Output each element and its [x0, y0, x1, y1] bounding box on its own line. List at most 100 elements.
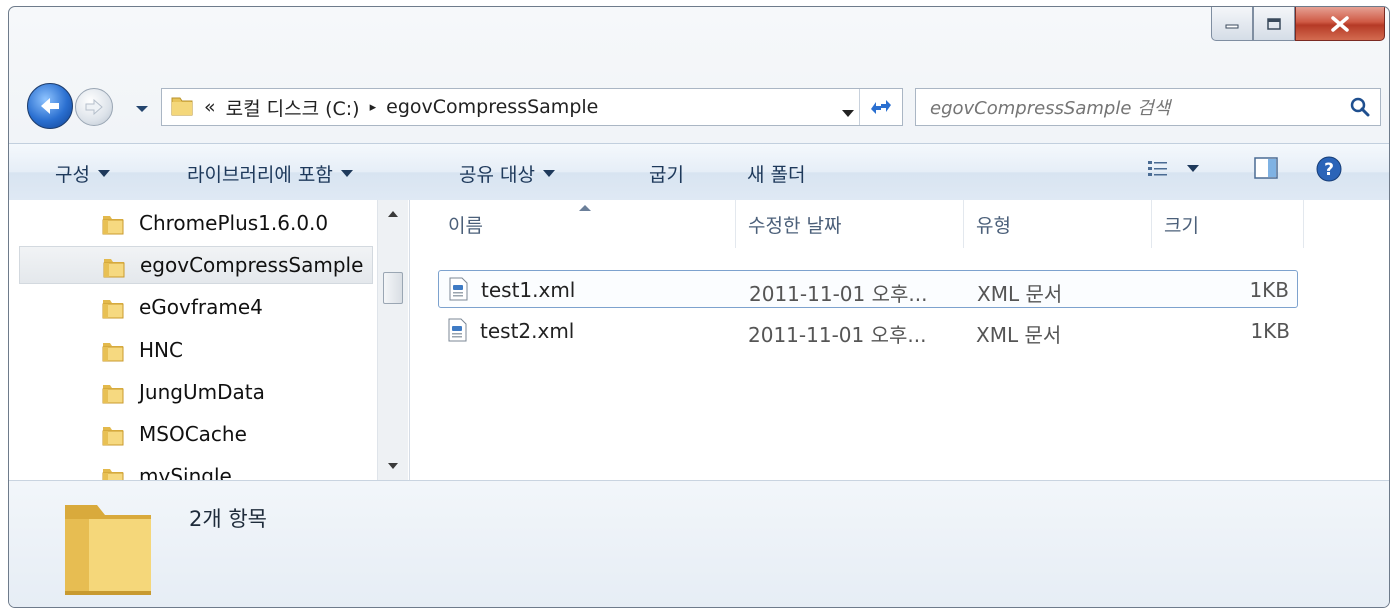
nav-item-label: ChromePlus1.6.0.0: [139, 211, 329, 235]
folder-icon: [101, 296, 125, 325]
file-name: test2.xml: [480, 319, 575, 343]
file-type: XML 문서: [976, 323, 1062, 347]
burn-button[interactable]: 굽기: [649, 160, 684, 187]
folder-icon: [101, 381, 125, 410]
column-header-label: 크기: [1164, 214, 1199, 237]
details-pane: 2개 항목: [9, 480, 1389, 607]
chevron-down-icon: [388, 463, 398, 469]
navigation-bar: « 로컬 디스크 (C:) ▸ egovCompressSample: [9, 79, 1389, 131]
help-button[interactable]: ?: [1315, 155, 1343, 183]
folder-icon: [101, 212, 125, 241]
file-modified: 2011-11-01 오후...: [749, 282, 928, 306]
column-header-label: 이름: [448, 214, 483, 237]
new-folder-button[interactable]: 새 폴더: [747, 160, 805, 187]
command-bar: 구성 라이브러리에 포함 공유 대상 굽기 새 폴더 ?: [9, 143, 1389, 201]
nav-item-mysingle[interactable]: mySingle: [19, 457, 373, 480]
include-library-button[interactable]: 라이브러리에 포함: [187, 160, 353, 187]
file-name: test1.xml: [481, 278, 576, 302]
explorer-window: « 로컬 디스크 (C:) ▸ egovCompressSample egovC…: [8, 6, 1390, 608]
preview-pane-icon: [1254, 157, 1278, 179]
back-button[interactable]: [27, 83, 73, 129]
burn-label: 굽기: [649, 164, 684, 186]
chevron-down-icon: [136, 106, 148, 112]
nav-item-msocache[interactable]: MSOCache: [19, 415, 373, 453]
preview-pane-button[interactable]: [1253, 156, 1279, 180]
folder-icon: [170, 93, 194, 122]
column-header-type[interactable]: 유형: [964, 200, 1152, 248]
minimize-button[interactable]: [1211, 7, 1253, 41]
column-header-modified[interactable]: 수정한 날짜: [736, 200, 964, 248]
scroll-up-button[interactable]: [378, 202, 408, 226]
caption-buttons: [1211, 7, 1385, 49]
chevron-down-icon: [97, 170, 110, 177]
share-with-label: 공유 대상: [459, 164, 535, 186]
back-arrow-icon: [41, 98, 59, 114]
svg-text:?: ?: [1324, 160, 1334, 180]
column-header-size[interactable]: 크기: [1152, 200, 1304, 248]
navigation-pane: ChromePlus1.6.0.0 egovCompressSample eGo…: [9, 200, 410, 480]
nav-item-chromeplus[interactable]: ChromePlus1.6.0.0: [19, 204, 373, 242]
sort-ascending-icon: [579, 205, 591, 211]
folder-icon: [101, 465, 125, 480]
view-list-icon: [1148, 161, 1167, 176]
nav-item-label: mySingle: [139, 464, 232, 480]
navpane-scrollbar[interactable]: [377, 200, 408, 480]
refresh-button[interactable]: [859, 89, 902, 125]
breadcrumb-folder[interactable]: egovCompressSample: [386, 96, 598, 118]
breadcrumb-overflow[interactable]: «: [204, 96, 216, 118]
file-type: XML 문서: [977, 282, 1063, 306]
change-view-button[interactable]: [1147, 158, 1199, 178]
nav-item-hnc[interactable]: HNC: [19, 331, 373, 369]
address-bar[interactable]: « 로컬 디스크 (C:) ▸ egovCompressSample: [161, 88, 903, 126]
include-library-label: 라이브러리에 포함: [187, 164, 333, 186]
nav-item-jungumdata[interactable]: JungUmData: [19, 373, 373, 411]
close-icon: [1331, 15, 1349, 32]
nav-item-label: JungUmData: [139, 380, 265, 404]
chevron-down-icon: [340, 170, 353, 177]
nav-item-egovcompresssample[interactable]: egovCompressSample: [19, 246, 373, 284]
share-with-button[interactable]: 공유 대상: [459, 160, 555, 187]
file-row[interactable]: test1.xml 2011-11-01 오후... XML 문서 1KB: [438, 270, 1298, 308]
xml-file-icon: [446, 318, 468, 347]
scroll-thumb[interactable]: [383, 272, 403, 304]
file-list: 이름 수정한 날짜 유형 크기 test1.xml 2011-11-01 오후.…: [410, 200, 1389, 480]
item-count: 2개 항목: [189, 507, 267, 531]
chevron-up-icon: [388, 211, 398, 217]
chevron-down-icon: [842, 110, 854, 117]
chevron-down-icon: [1187, 164, 1199, 172]
breadcrumb-drive[interactable]: 로컬 디스크 (C:): [226, 94, 360, 121]
search-input[interactable]: [928, 93, 1332, 123]
chevron-down-icon: [542, 170, 555, 177]
folder-icon: [101, 339, 125, 368]
xml-file-icon: [447, 277, 469, 306]
forward-button[interactable]: [75, 88, 113, 126]
file-size: 1KB: [1250, 319, 1290, 343]
breadcrumb: « 로컬 디스크 (C:) ▸ egovCompressSample: [162, 93, 598, 122]
maximize-button[interactable]: [1253, 7, 1295, 41]
column-header-name[interactable]: 이름: [410, 200, 736, 248]
close-button[interactable]: [1295, 7, 1385, 41]
recent-pages-dropdown[interactable]: [135, 99, 149, 118]
folder-icon: [102, 255, 126, 284]
file-size: 1KB: [1249, 278, 1289, 302]
organize-button[interactable]: 구성: [55, 160, 110, 187]
nav-item-egovframe4[interactable]: eGovframe4: [19, 288, 373, 326]
nav-item-label: MSOCache: [139, 422, 247, 446]
file-row[interactable]: test2.xml 2011-11-01 오후... XML 문서 1KB: [438, 312, 1298, 350]
help-icon: ?: [1316, 156, 1342, 182]
breadcrumb-separator[interactable]: ▸: [370, 100, 377, 115]
nav-item-label: HNC: [139, 338, 183, 362]
new-folder-label: 새 폴더: [747, 164, 806, 186]
column-header-label: 수정한 날짜: [748, 214, 842, 237]
folder-icon: [101, 423, 125, 452]
refresh-icon: [871, 100, 891, 114]
address-history-dropdown[interactable]: [842, 103, 854, 122]
minimize-icon: [1225, 24, 1239, 28]
search-box[interactable]: [915, 88, 1381, 126]
nav-item-label: eGovframe4: [139, 295, 263, 319]
column-header-label: 유형: [976, 214, 1011, 237]
search-icon[interactable]: [1350, 97, 1370, 121]
scroll-down-button[interactable]: [378, 454, 408, 478]
maximize-icon: [1267, 17, 1281, 30]
forward-arrow-icon: [85, 98, 103, 116]
